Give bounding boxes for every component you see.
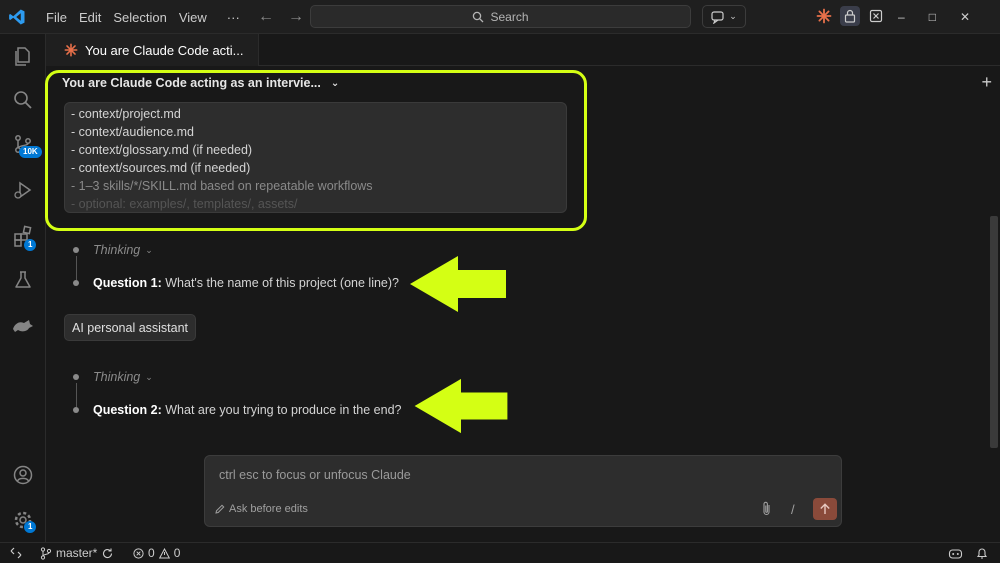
- slash-command-button[interactable]: /: [791, 502, 795, 517]
- claude-tab-icon: [64, 43, 78, 57]
- settings-gear-icon[interactable]: 1: [9, 506, 37, 534]
- title-bar-actions: [814, 6, 886, 26]
- remote-indicator-icon[interactable]: [10, 547, 22, 559]
- pencil-icon: [215, 504, 225, 514]
- extensions-icon[interactable]: 1: [9, 222, 37, 251]
- back-arrow-icon[interactable]: ←: [258, 8, 274, 26]
- new-session-plus-icon[interactable]: +: [981, 72, 992, 93]
- window-controls: – □ ✕: [898, 0, 970, 34]
- copilot-chat-button[interactable]: ⌄: [702, 5, 746, 28]
- chat-input-placeholder: ctrl esc to focus or unfocus Claude: [219, 468, 411, 482]
- timeline-dot: [73, 374, 79, 380]
- file-item: - context/sources.md (if needed): [71, 161, 251, 175]
- search-sidebar-icon[interactable]: [9, 86, 37, 114]
- chat-sparkle-icon: [711, 10, 724, 24]
- close-window-icon[interactable]: ✕: [960, 10, 970, 24]
- branch-name: master*: [56, 546, 98, 560]
- lock-icon[interactable]: [840, 6, 860, 26]
- question-text: What are you trying to produce in the en…: [161, 403, 402, 417]
- chevron-down-icon: ⌄: [729, 11, 737, 21]
- question-label: Question 2:: [93, 403, 162, 417]
- chevron-down-icon: ⌄: [330, 77, 340, 89]
- close-panel-icon[interactable]: [866, 6, 886, 26]
- menu-view[interactable]: View: [173, 10, 213, 25]
- testing-flask-icon[interactable]: [9, 266, 37, 294]
- user-message: AI personal assistant: [64, 314, 197, 341]
- extensions-badge: 1: [24, 239, 37, 251]
- nav-arrows: ← →: [258, 8, 304, 26]
- notifications-bell-icon[interactable]: [976, 547, 988, 560]
- arrow-up-icon: [820, 503, 830, 514]
- assistant-question-1: Question 1: What's the name of this proj…: [93, 276, 399, 290]
- user-message-text: AI personal assistant: [72, 320, 189, 335]
- annotation-arrow-icon: [414, 378, 508, 434]
- menu-more[interactable]: ···: [213, 10, 246, 25]
- minimize-icon[interactable]: –: [898, 10, 905, 24]
- claude-icon[interactable]: [814, 6, 834, 26]
- warning-icon: [158, 547, 170, 558]
- activity-bar: 10K 1 1: [0, 34, 46, 542]
- timeline-dot: [73, 247, 79, 253]
- sync-icon: [103, 548, 113, 558]
- menu-bar: File Edit Selection View ···: [40, 0, 246, 34]
- error-icon: [133, 547, 144, 559]
- thinking-label: Thinking: [93, 243, 141, 257]
- menu-file[interactable]: File: [40, 10, 73, 25]
- timeline-line: [75, 383, 77, 407]
- copilot-status-icon[interactable]: [948, 547, 963, 560]
- tab-claude-session[interactable]: You are Claude Code acti...: [46, 34, 259, 66]
- source-control-icon[interactable]: 10K: [9, 130, 42, 158]
- edit-mode-toggle[interactable]: Ask before edits: [215, 503, 308, 515]
- session-title-text: You are Claude Code acting as an intervi…: [62, 76, 321, 90]
- thinking-label: Thinking: [93, 370, 141, 384]
- question-text: What's the name of this project (one lin…: [161, 276, 399, 290]
- file-item: - 1–3 skills/*/SKILL.md based on repeata…: [71, 179, 373, 193]
- git-branch-icon: [40, 546, 52, 560]
- panel-scrollbar[interactable]: [990, 216, 998, 448]
- send-button[interactable]: [813, 498, 837, 520]
- account-icon[interactable]: [9, 461, 37, 489]
- search-icon: [473, 11, 484, 22]
- problems-indicator[interactable]: 0 0: [133, 546, 180, 560]
- command-center-search[interactable]: Search: [310, 5, 691, 28]
- source-control-badge: 10K: [19, 146, 42, 158]
- settings-badge: 1: [24, 521, 37, 533]
- thinking-toggle[interactable]: Thinking ⌄: [93, 370, 153, 384]
- forward-arrow-icon[interactable]: →: [288, 8, 304, 26]
- explorer-icon[interactable]: [9, 42, 37, 70]
- title-bar: File Edit Selection View ··· ← → Search …: [0, 0, 1000, 34]
- run-debug-icon[interactable]: [9, 176, 37, 204]
- chevron-down-icon: ⌄: [145, 371, 153, 382]
- annotation-arrow-icon: [410, 256, 506, 312]
- file-item: - context/project.md: [71, 107, 181, 121]
- file-item: - context/audience.md: [71, 125, 194, 139]
- warning-count: 0: [173, 546, 181, 560]
- timeline-dot: [73, 407, 79, 413]
- question-label: Question 1:: [93, 276, 162, 290]
- timeline-dot: [73, 280, 79, 286]
- error-count: 0: [148, 546, 155, 560]
- edit-mode-label: Ask before edits: [229, 503, 308, 515]
- chevron-down-icon: ⌄: [145, 244, 153, 255]
- maximize-icon[interactable]: □: [929, 10, 936, 24]
- assistant-question-2: Question 2: What are you trying to produ…: [93, 403, 402, 417]
- file-item: - context/glossary.md (if needed): [71, 143, 253, 157]
- timeline-line: [75, 256, 77, 280]
- tab-title: You are Claude Code acti...: [85, 42, 244, 58]
- chat-input-box[interactable]: ctrl esc to focus or unfocus Claude Ask …: [204, 455, 842, 527]
- vscode-logo-icon: [9, 9, 25, 25]
- search-label: Search: [490, 9, 529, 24]
- menu-edit[interactable]: Edit: [73, 10, 107, 25]
- file-list-block: - context/project.md - context/audience.…: [64, 102, 567, 213]
- paperclip-icon[interactable]: [761, 501, 773, 519]
- thinking-toggle[interactable]: Thinking ⌄: [93, 243, 153, 257]
- menu-selection[interactable]: Selection: [107, 10, 172, 25]
- status-bar: master* 0 0: [0, 542, 1000, 563]
- editor-tab-bar: You are Claude Code acti...: [46, 34, 1000, 66]
- session-title-dropdown[interactable]: You are Claude Code acting as an intervi…: [62, 76, 339, 90]
- file-item: - optional: examples/, templates/, asset…: [71, 197, 298, 211]
- remote-explorer-icon[interactable]: [9, 312, 37, 340]
- branch-indicator[interactable]: master*: [40, 546, 114, 560]
